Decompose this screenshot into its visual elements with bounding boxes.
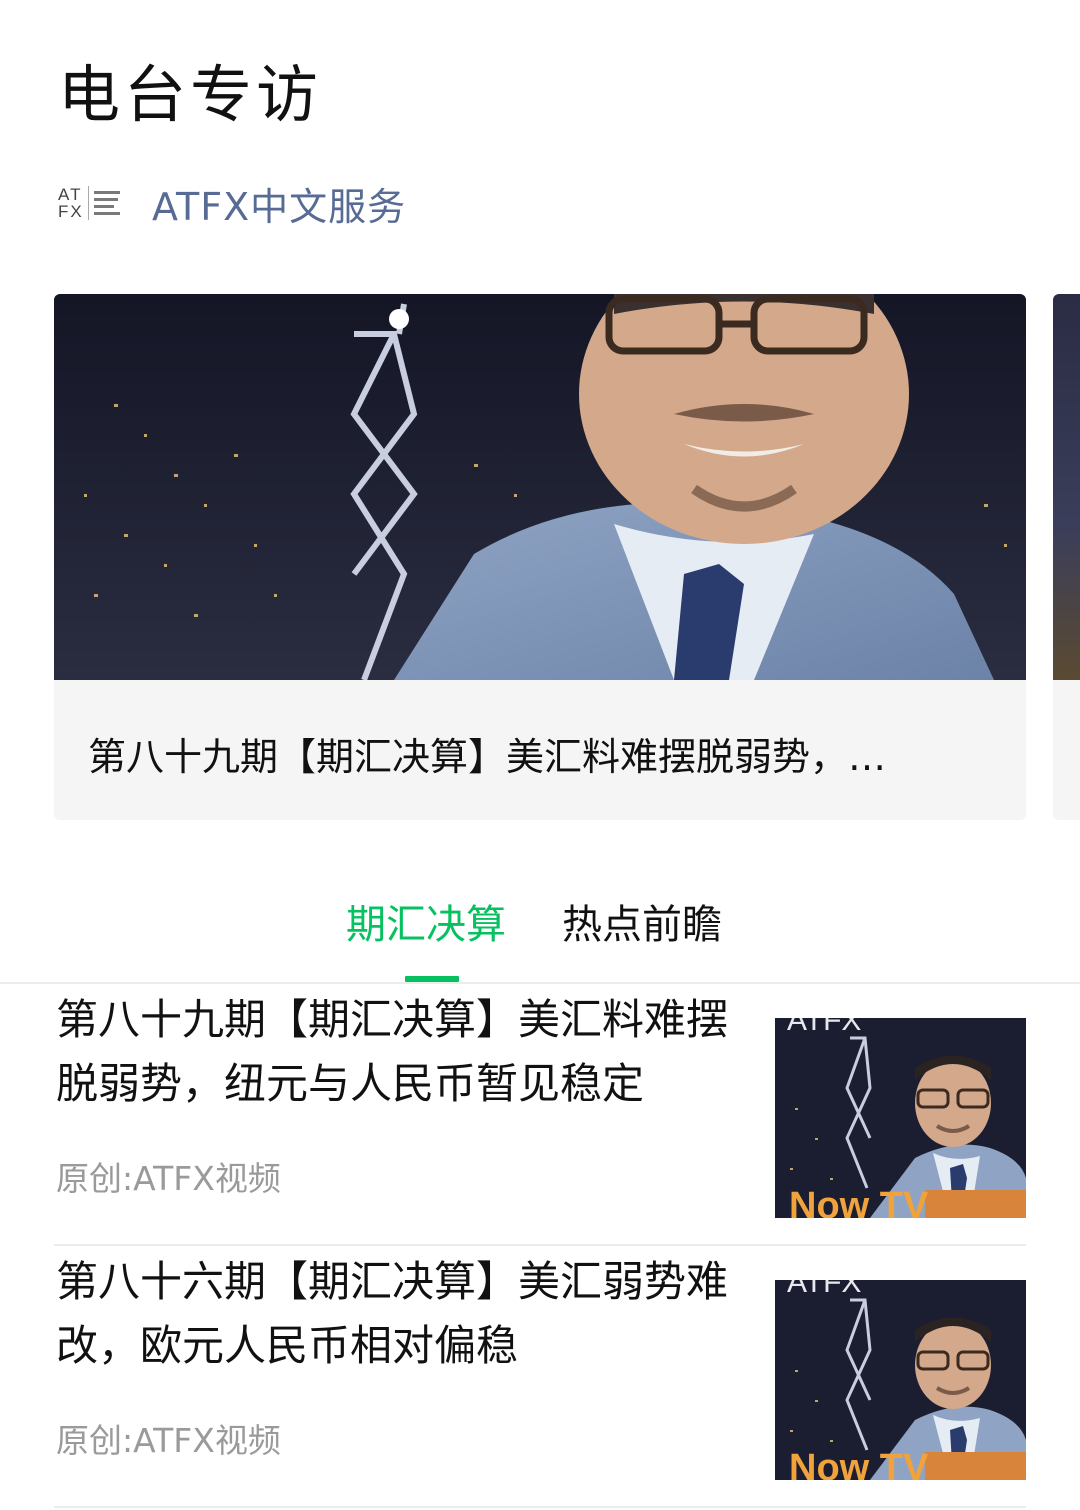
article-title: 第八十九期【期汇决算】美汇料难摆脱弱势，纽元与人民币暂见稳定 bbox=[56, 995, 729, 1108]
host-night-city-illustration bbox=[54, 294, 1026, 680]
thumbnail-badge-text: Now TV bbox=[789, 1447, 929, 1480]
thumbnail-atfx-text: ATFX bbox=[787, 1018, 861, 1037]
article-thumbnail: ATFX Now TV bbox=[775, 1018, 1026, 1218]
thumbnail-atfx-text: ATFX bbox=[787, 1280, 861, 1299]
logo-award-lines bbox=[89, 191, 120, 215]
article-title: 第八十六期【期汇决算】美汇弱势难改，欧元人民币相对偏稳 bbox=[56, 1257, 729, 1370]
thumbnail-badge-text: Now TV bbox=[789, 1185, 929, 1218]
thumbnail-host-image: ATFX Now TV bbox=[775, 1018, 1026, 1218]
category-tabs: 期汇决算 热点前瞻 bbox=[0, 888, 1080, 984]
article-source: 原创:ATFX视频 bbox=[56, 1421, 281, 1460]
account-logo: AT FX bbox=[58, 181, 124, 225]
article-item[interactable]: 第八十九期【期汇决算】美汇料难摆脱弱势，纽元与人民币暂见稳定 原创:ATFX视频… bbox=[54, 984, 1026, 1246]
article-source: 原创:ATFX视频 bbox=[56, 1159, 281, 1198]
featured-video-image bbox=[54, 294, 1026, 680]
featured-video-caption: 第八十九期【期汇决算】美汇料难摆脱弱势，… bbox=[88, 735, 887, 779]
thumbnail-host-image: ATFX Now TV bbox=[775, 1280, 1026, 1480]
logo-mark: AT FX bbox=[58, 186, 89, 220]
logo-text-top: AT bbox=[58, 185, 83, 204]
article-thumbnail: ATFX Now TV bbox=[775, 1280, 1026, 1480]
page: 电台专访 AT FX ATFX中文服务 第八十九期【期汇决算】美汇料难摆脱弱势，… bbox=[0, 0, 1080, 1510]
page-title: 电台专访 bbox=[58, 58, 323, 131]
featured-video-card[interactable]: 第八十九期【期汇决算】美汇料难摆脱弱势，… bbox=[54, 294, 1026, 820]
account-name-link[interactable]: ATFX中文服务 bbox=[152, 176, 406, 231]
next-carousel-card[interactable] bbox=[1053, 294, 1080, 820]
tab-qihuijuesuan[interactable]: 期汇决算 bbox=[346, 892, 506, 950]
article-item[interactable]: 第八十六期【期汇决算】美汇弱势难改，欧元人民币相对偏稳 原创:ATFX视频 AT… bbox=[54, 1246, 1026, 1508]
logo-text-bottom: FX bbox=[58, 202, 84, 221]
account-row[interactable]: AT FX ATFX中文服务 bbox=[58, 176, 406, 231]
active-tab-indicator bbox=[405, 976, 459, 982]
tab-redianqianzhan[interactable]: 热点前瞻 bbox=[562, 892, 722, 950]
next-carousel-image bbox=[1053, 294, 1080, 680]
